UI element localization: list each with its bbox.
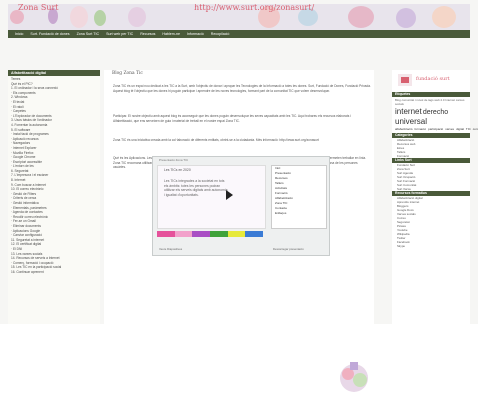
zona-tic-paragraph: Zona TIC és una iniciativa creada amb la… bbox=[113, 138, 319, 142]
tag-small[interactable]: xarxes bbox=[445, 127, 454, 131]
right-sidebar: fundació surt Etiquetes Blog comunitat i… bbox=[392, 70, 478, 324]
resource-item[interactable]: Skype bbox=[392, 244, 470, 248]
nav-item-inicio[interactable]: Inicio bbox=[15, 32, 23, 36]
view-slides-link[interactable]: Veure Diapositives bbox=[159, 247, 182, 251]
logo-area: fundació surt bbox=[392, 70, 470, 92]
site-name[interactable]: Zona Surt bbox=[18, 4, 59, 12]
header-decoration bbox=[10, 10, 24, 24]
category-list: Alfabetització Recursos web Eines Tallers Fo… bbox=[392, 138, 470, 158]
color-swatch bbox=[210, 231, 228, 237]
color-swatch bbox=[245, 231, 264, 237]
tag-intro: Blog comunitat i nuvol de tags web 2.0 I… bbox=[395, 98, 465, 106]
post-title[interactable]: Blog Zona Tic bbox=[112, 71, 143, 76]
header-decoration bbox=[432, 6, 456, 28]
nav-item-web-tic[interactable]: Surt web per TIC bbox=[106, 32, 133, 36]
color-swatch bbox=[192, 231, 211, 237]
resources-list: Alfabetització digital Aprendre internet B… bbox=[392, 196, 470, 248]
site-header: Zona Surt http://www.surt.org/zonasurt/ bbox=[8, 4, 470, 30]
header-decoration bbox=[396, 8, 416, 28]
surt-logo-icon bbox=[398, 74, 412, 86]
tag-internet[interactable]: internet bbox=[395, 107, 422, 116]
header-decoration bbox=[348, 6, 374, 28]
page-frame: Zona Surt http://www.surt.org/zonasurt/ … bbox=[0, 0, 478, 392]
intro-paragraph: Zona TIC és un espai nou dedicat a les T… bbox=[113, 84, 371, 93]
main-navigation: Inicio Surt. Fundació de dones Zona Surt… bbox=[8, 30, 470, 38]
tag-list-small: alfabetització formació participació xarxes… bbox=[395, 127, 478, 131]
tag-small[interactable]: digital bbox=[456, 127, 464, 131]
nav-item-surt[interactable]: Surt. Fundació de dones bbox=[30, 32, 69, 36]
embed-title: Presentació Zona TIC bbox=[159, 158, 189, 162]
tag-small[interactable]: formació bbox=[415, 127, 427, 131]
slide-area[interactable]: Les TICs en 2020 Les TICs integrades a l… bbox=[157, 165, 266, 229]
links-list: Fundació Surt Zona Surt Surt Agenda Surt Oc… bbox=[392, 163, 470, 191]
color-swatch bbox=[174, 231, 193, 237]
sidebar-menu: Temes Què és el PIC? 1. El ordinador i la … bbox=[8, 76, 100, 275]
play-icon[interactable] bbox=[226, 190, 233, 200]
slide-text: Les TICs integrades a la societat en tot… bbox=[164, 179, 228, 197]
presentation-embed[interactable]: Presentació Zona TIC Les TICs en 2020 Le… bbox=[152, 156, 330, 256]
tag-cloud: Blog comunitat i nuvol de tags web 2.0 I… bbox=[392, 97, 478, 133]
nav-item-informacio[interactable]: Informació bbox=[187, 32, 204, 36]
slide-caption: Les TICs en 2020 bbox=[164, 168, 191, 172]
download-link[interactable]: Descarregar presentació bbox=[273, 247, 304, 251]
tag-small[interactable]: alfabetització bbox=[395, 127, 413, 131]
surt-logo-text[interactable]: fundació surt bbox=[416, 76, 450, 82]
decorative-illustration bbox=[340, 362, 368, 392]
tag-derecho[interactable]: derecho bbox=[423, 109, 448, 116]
tag-small[interactable]: TIC bbox=[466, 127, 471, 131]
slide-menu: Inici Presentació Recursos Tallers Activitat… bbox=[271, 165, 327, 229]
header-decoration bbox=[70, 6, 88, 28]
left-sidebar: Alfabetització digital Temes Què és el PI… bbox=[8, 70, 100, 324]
sidebar-menu-item[interactable]: 16. Continuar aprenent bbox=[11, 270, 100, 275]
color-swatch bbox=[227, 231, 246, 237]
tag-small[interactable]: comunitat bbox=[473, 127, 478, 131]
url-banner: http://www.surt.org/zonasurt/ bbox=[194, 4, 315, 12]
nav-item-recopilacio[interactable]: Recopilació bbox=[211, 32, 230, 36]
nav-item-hablem[interactable]: Hablem-ne bbox=[162, 32, 180, 36]
header-decoration bbox=[128, 7, 146, 27]
header-decoration bbox=[94, 10, 106, 26]
tag-universal[interactable]: universal bbox=[395, 117, 427, 126]
main-content: Blog Zona Tic Zona TIC és un espai nou d… bbox=[104, 70, 374, 392]
nav-item-recursos[interactable]: Recursos bbox=[140, 32, 155, 36]
color-strip bbox=[157, 231, 264, 237]
nav-item-zona-tic[interactable]: Zona Surt TIC bbox=[77, 32, 100, 36]
slide-menu-item[interactable]: Enllaços bbox=[272, 211, 326, 216]
tag-small[interactable]: participació bbox=[428, 127, 443, 131]
participate-paragraph: Participar. El nostre objectiu amb aques… bbox=[113, 114, 351, 123]
color-swatch bbox=[157, 231, 175, 237]
